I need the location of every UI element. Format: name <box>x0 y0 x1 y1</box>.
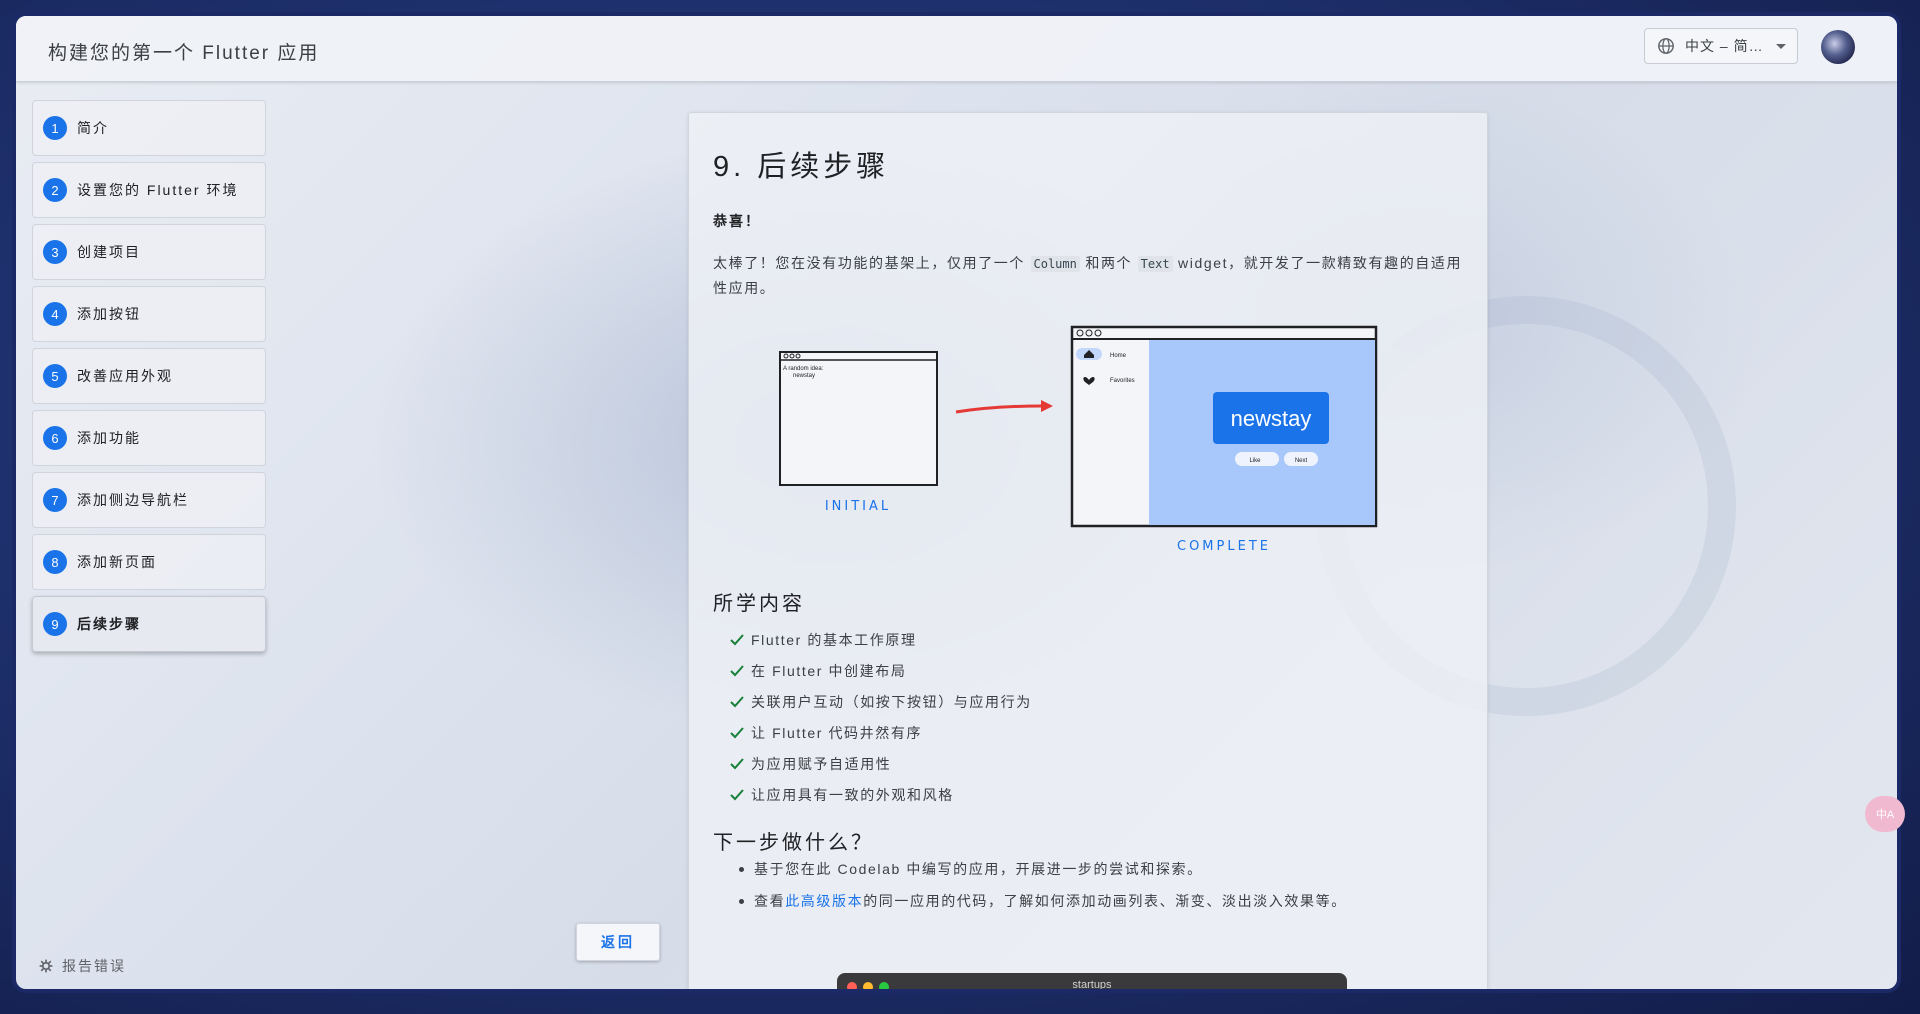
step-number: 8 <box>43 550 67 574</box>
top-bar: 构建您的第一个 Flutter 应用 中文 – 简… <box>16 16 1897 82</box>
learned-item: 让 Flutter 代码井然有序 <box>729 717 1032 748</box>
step-label: 添加新页面 <box>77 554 157 570</box>
check-icon <box>730 664 744 676</box>
initial-text-1: A random idea: <box>783 366 824 372</box>
text-span: 太棒了！您在没有功能的基架上，仅用了一个 <box>713 255 1031 271</box>
sidebar-step-1[interactable]: 1 简介 <box>32 100 266 156</box>
sidebar-step-9[interactable]: 9 后续步骤 <box>32 596 266 652</box>
learned-item: 让应用具有一致的外观和风格 <box>729 779 1032 810</box>
advanced-version-link[interactable]: 此高级版本 <box>785 891 863 911</box>
avatar[interactable] <box>1821 30 1855 64</box>
sidebar-step-7[interactable]: 7 添加侧边导航栏 <box>32 472 266 528</box>
learned-heading: 所学内容 <box>713 593 805 615</box>
check-icon <box>730 695 744 707</box>
code-column: Column <box>1030 256 1080 272</box>
check-icon <box>730 757 744 769</box>
learned-list: Flutter 的基本工作原理 在 Flutter 中创建布局 关联用户互动（如… <box>729 624 1032 810</box>
step-label: 后续步骤 <box>77 616 141 632</box>
preview-window-title: startups <box>1072 979 1112 991</box>
complete-nav-home: Home <box>1110 353 1127 359</box>
step-number: 1 <box>43 116 67 140</box>
congrats-text: 恭喜！ <box>713 213 761 229</box>
complete-like: Like <box>1249 458 1261 464</box>
sidebar-step-4[interactable]: 4 添加按钮 <box>32 286 266 342</box>
sidebar-step-8[interactable]: 8 添加新页面 <box>32 534 266 590</box>
step-number: 6 <box>43 426 67 450</box>
learned-item-text: Flutter 的基本工作原理 <box>751 631 917 648</box>
translate-float-button[interactable]: 中A <box>1865 796 1905 832</box>
step-label: 添加侧边导航栏 <box>77 492 189 508</box>
learned-item-text: 为应用赋予自适用性 <box>751 755 892 772</box>
sidebar-step-3[interactable]: 3 创建项目 <box>32 224 266 280</box>
step-number: 2 <box>43 178 67 202</box>
step-number: 7 <box>43 488 67 512</box>
learned-item-text: 关联用户互动（如按下按钮）与应用行为 <box>751 693 1032 710</box>
learned-item: 关联用户互动（如按下按钮）与应用行为 <box>729 686 1032 717</box>
report-bug-link[interactable]: 报告错误 <box>38 956 126 976</box>
step-number: 9 <box>43 612 67 636</box>
learned-item: Flutter 的基本工作原理 <box>729 624 1032 655</box>
language-value: 中文 – 简… <box>1685 38 1764 54</box>
initial-text-2: newstay <box>793 373 815 379</box>
step-label: 创建项目 <box>77 244 141 260</box>
next-heading: 下一步做什么？ <box>713 832 874 854</box>
step-label: 改善应用外观 <box>77 368 173 384</box>
language-select[interactable]: 中文 – 简… <box>1644 28 1798 64</box>
initial-caption: INITIAL <box>825 499 891 514</box>
sidebar-step-5[interactable]: 5 改善应用外观 <box>32 348 266 404</box>
check-icon <box>730 726 744 738</box>
initial-window-sketch: A random idea: newstay <box>779 351 938 486</box>
step-label: 设置您的 Flutter 环境 <box>77 182 239 198</box>
step-number: 3 <box>43 240 67 264</box>
learned-item: 在 Flutter 中创建布局 <box>729 655 1032 686</box>
sidebar-step-6[interactable]: 6 添加功能 <box>32 410 266 466</box>
progress-illustration: A random idea: newstay INITIAL Home Favo… <box>779 325 1378 553</box>
next-item-text: 查看 <box>754 893 786 909</box>
learned-item-text: 在 Flutter 中创建布局 <box>751 662 907 679</box>
complete-word: newstay <box>1231 406 1312 431</box>
preview-window: startups <box>837 973 1347 991</box>
next-item: 查看 此高级版本 的同一应用的代码，了解如何添加动画列表、渐变、淡出淡入效果等。 <box>739 885 1347 917</box>
learned-item-text: 让 Flutter 代码井然有序 <box>751 724 923 741</box>
next-item-text: 基于您在此 Codelab 中编写的应用，开展进一步的尝试和探索。 <box>754 861 1203 877</box>
back-button[interactable]: 返回 <box>576 923 660 961</box>
complete-caption: COMPLETE <box>1177 539 1271 553</box>
code-text: Text <box>1137 256 1173 272</box>
chevron-down-icon <box>1775 43 1786 49</box>
learned-item-text: 让应用具有一致的外观和风格 <box>751 786 954 803</box>
bug-icon <box>39 959 53 973</box>
browser-window: 构建您的第一个 Flutter 应用 中文 – 简… 1 简介 2 设置您的 F… <box>12 12 1901 993</box>
text-span: 和两个 <box>1079 255 1138 271</box>
report-bug-label: 报告错误 <box>62 958 126 974</box>
learned-item: 为应用赋予自适用性 <box>729 748 1032 779</box>
complete-window-sketch: Home Favorites newstay Like Next <box>1070 325 1378 528</box>
step-label: 简介 <box>77 120 109 136</box>
check-icon <box>730 788 744 800</box>
next-list: 基于您在此 Codelab 中编写的应用，开展进一步的尝试和探索。 查看 此高级版… <box>739 853 1347 917</box>
next-item-text: 的同一应用的代码，了解如何添加动画列表、渐变、淡出淡入效果等。 <box>863 893 1347 909</box>
step-number: 4 <box>43 302 67 326</box>
codelab-title: 构建您的第一个 Flutter 应用 <box>48 43 320 64</box>
check-icon <box>730 633 744 645</box>
step-number: 5 <box>43 364 67 388</box>
intro-paragraph: 太棒了！您在没有功能的基架上，仅用了一个 Column 和两个 Text wid… <box>713 251 1473 300</box>
complete-nav-favorites: Favorites <box>1110 378 1135 384</box>
complete-next: Next <box>1295 458 1308 464</box>
step-content: 9. 后续步骤 恭喜！ 太棒了！您在没有功能的基架上，仅用了一个 Column … <box>688 112 1488 991</box>
step-label: 添加按钮 <box>77 306 141 322</box>
page-title: 9. 后续步骤 <box>713 151 890 183</box>
sidebar-step-2[interactable]: 2 设置您的 Flutter 环境 <box>32 162 266 218</box>
step-label: 添加功能 <box>77 430 141 446</box>
next-item: 基于您在此 Codelab 中编写的应用，开展进一步的尝试和探索。 <box>739 853 1347 885</box>
arrow-icon <box>955 400 1053 414</box>
globe-icon <box>1658 38 1674 54</box>
